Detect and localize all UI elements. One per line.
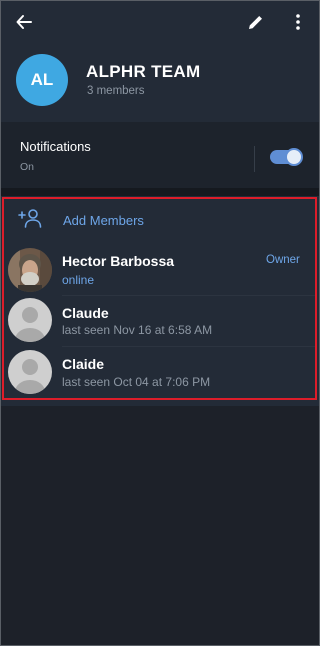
section-divider: [0, 188, 320, 196]
member-status: last seen Oct 04 at 7:06 PM: [62, 375, 211, 389]
pencil-icon: [249, 16, 262, 29]
group-title: ALPHR TEAM: [86, 62, 201, 81]
notifications-state: On: [20, 161, 35, 173]
add-members-button[interactable]: [0, 200, 320, 240]
default-person-icon: [8, 298, 52, 342]
member-avatar-photo: [8, 248, 52, 292]
edit-button[interactable]: [242, 8, 270, 36]
back-button[interactable]: [10, 8, 38, 36]
row-divider: [62, 346, 317, 347]
default-person-icon: [8, 350, 52, 394]
member-status: online: [62, 273, 95, 287]
owner-badge: Owner: [266, 254, 300, 266]
notifications-label: Notifications: [20, 139, 91, 154]
notifications-toggle[interactable]: [270, 148, 303, 166]
group-avatar[interactable]: AL: [16, 54, 68, 106]
member-name: Claide: [62, 356, 105, 372]
member-name: Claude: [62, 305, 109, 321]
member-status: last seen Nov 16 at 6:58 AM: [62, 323, 213, 337]
toggle-knob: [285, 148, 303, 166]
member-count: 3 members: [87, 85, 145, 97]
member-name: Hector Barbossa: [62, 253, 175, 269]
more-options-button[interactable]: [284, 8, 312, 36]
add-members-label: Add Members: [63, 213, 144, 228]
arrow-left-icon: [16, 15, 32, 29]
add-person-icon: [18, 209, 42, 228]
vertical-divider: [254, 146, 255, 172]
more-vertical-icon: [296, 14, 300, 30]
